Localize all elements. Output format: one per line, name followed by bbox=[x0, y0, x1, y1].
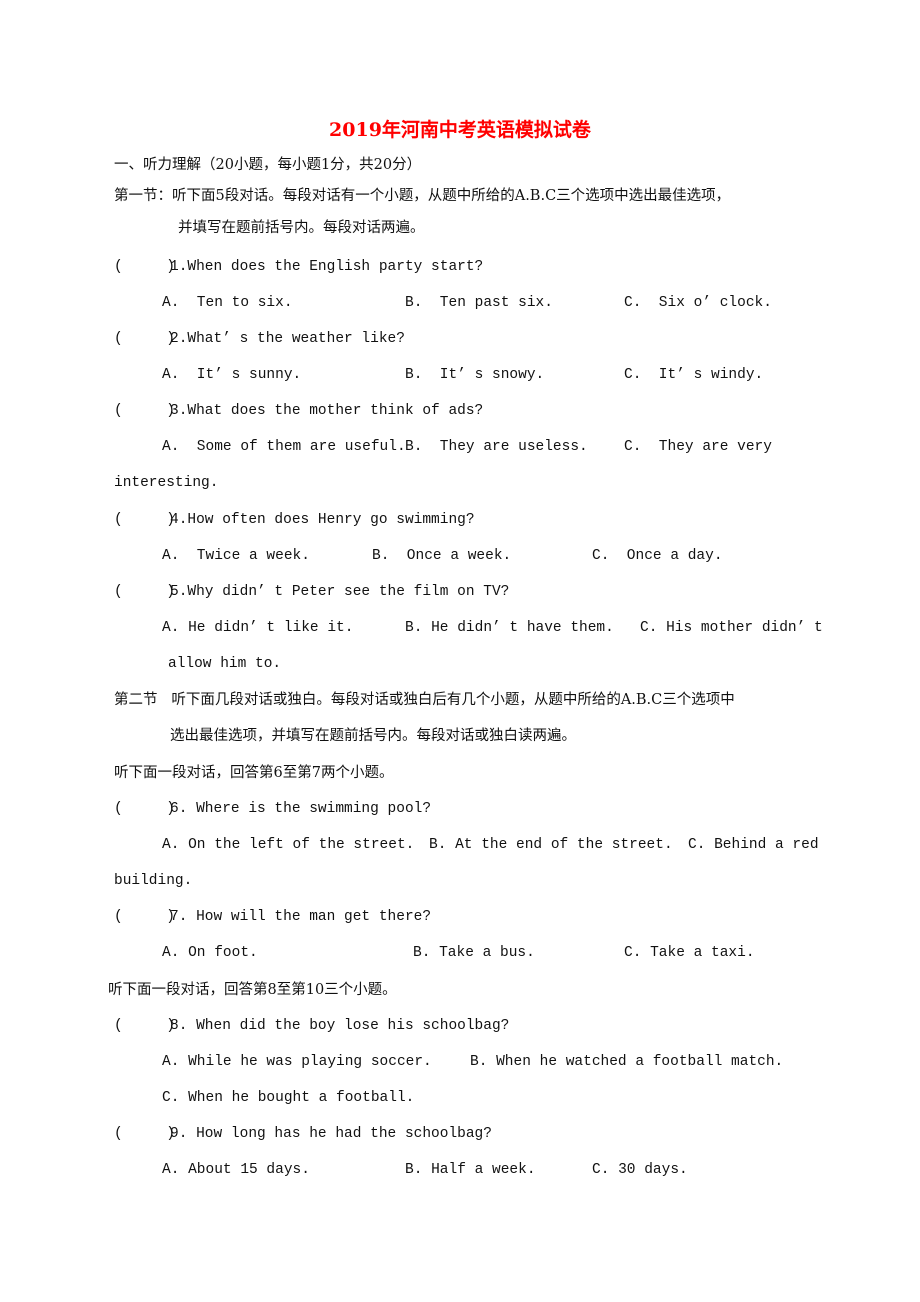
option-c: C. Six o’ clock. bbox=[624, 295, 772, 311]
option-b: B. Once a week. bbox=[372, 548, 512, 564]
option-a: A. Ten to six. bbox=[162, 295, 293, 311]
part2-instruction-line2: 选出最佳选项，并填写在题前括号内。每段对话或独白读两遍。 bbox=[170, 728, 576, 744]
option-b: B. It’ s snowy. bbox=[405, 367, 545, 383]
question-text: 1.When does the English party start? bbox=[170, 259, 484, 275]
answer-blank[interactable]: ( ) bbox=[114, 582, 175, 602]
part2-instruction-line1: 第二节 听下面几段对话或独白。每段对话或独白后有几个小题，从题中所给的A.B.C… bbox=[114, 692, 735, 708]
option-c: C. They are very bbox=[624, 439, 772, 455]
answer-blank[interactable]: ( ) bbox=[114, 257, 175, 277]
option-b: B. Take a bus. bbox=[413, 945, 535, 961]
option-a: A. Some of them are useful. bbox=[162, 439, 406, 455]
part1-instruction-line2: 并填写在题前括号内。每段对话两遍。 bbox=[178, 220, 425, 236]
option-c: C. When he bought a football. bbox=[162, 1090, 415, 1106]
option-b: B. At the end of the street. bbox=[429, 837, 673, 853]
question-text: 7. How will the man get there? bbox=[170, 909, 432, 925]
option-a: A. It’ s sunny. bbox=[162, 367, 302, 383]
option-b: B. Half a week. bbox=[405, 1162, 536, 1178]
option-c-continuation: allow him to. bbox=[168, 656, 282, 672]
option-b: B. Ten past six. bbox=[405, 295, 553, 311]
option-a: A. He didn’ t like it. bbox=[162, 620, 354, 636]
option-c: C. 30 days. bbox=[592, 1162, 688, 1178]
section-heading: 一、听力理解（20小题，每小题1分，共20分） bbox=[114, 157, 422, 173]
answer-blank[interactable]: ( ) bbox=[114, 329, 175, 349]
option-c: C. His mother didn’ t bbox=[640, 620, 823, 636]
option-c: C. Take a taxi. bbox=[624, 945, 755, 961]
option-a: A. On foot. bbox=[162, 945, 258, 961]
option-a: A. On the left of the street. bbox=[162, 837, 415, 853]
question-text: 6. Where is the swimming pool? bbox=[170, 801, 432, 817]
option-b: B. They are useless. bbox=[405, 439, 588, 455]
option-c-continuation: interesting. bbox=[114, 475, 219, 491]
answer-blank[interactable]: ( ) bbox=[114, 1124, 175, 1144]
question-text: 5.Why didn’ t Peter see the film on TV? bbox=[170, 584, 510, 600]
option-b: B. When he watched a football match. bbox=[470, 1054, 784, 1070]
question-text: 8. When did the boy lose his schoolbag? bbox=[170, 1018, 510, 1034]
dialogue-instruction-8-10: 听下面一段对话，回答第8至第10三个小题。 bbox=[108, 982, 397, 998]
option-c: C. It’ s windy. bbox=[624, 367, 764, 383]
answer-blank[interactable]: ( ) bbox=[114, 1016, 175, 1036]
option-a: A. While he was playing soccer. bbox=[162, 1054, 432, 1070]
part1-instruction-line1: 第一节：听下面5段对话。每段对话有一个小题，从题中所给的A.B.C三个选项中选出… bbox=[114, 188, 731, 204]
page-title: 2019年河南中考英语模拟试卷 bbox=[329, 119, 591, 141]
option-c: C. Behind a red bbox=[688, 837, 819, 853]
option-a: A. About 15 days. bbox=[162, 1162, 310, 1178]
option-a: A. Twice a week. bbox=[162, 548, 310, 564]
dialogue-instruction-6-7: 听下面一段对话，回答第6至第7两个小题。 bbox=[114, 765, 394, 781]
option-c-continuation: building. bbox=[114, 873, 193, 889]
question-text: 4.How often does Henry go swimming? bbox=[170, 512, 475, 528]
answer-blank[interactable]: ( ) bbox=[114, 510, 175, 530]
answer-blank[interactable]: ( ) bbox=[114, 401, 175, 421]
question-text: 3.What does the mother think of ads? bbox=[170, 403, 484, 419]
option-b: B. He didn’ t have them. bbox=[405, 620, 614, 636]
option-c: C. Once a day. bbox=[592, 548, 723, 564]
answer-blank[interactable]: ( ) bbox=[114, 799, 175, 819]
answer-blank[interactable]: ( ) bbox=[114, 907, 175, 927]
question-text: 9. How long has he had the schoolbag? bbox=[170, 1126, 492, 1142]
question-text: 2.What’ s the weather like? bbox=[170, 331, 405, 347]
